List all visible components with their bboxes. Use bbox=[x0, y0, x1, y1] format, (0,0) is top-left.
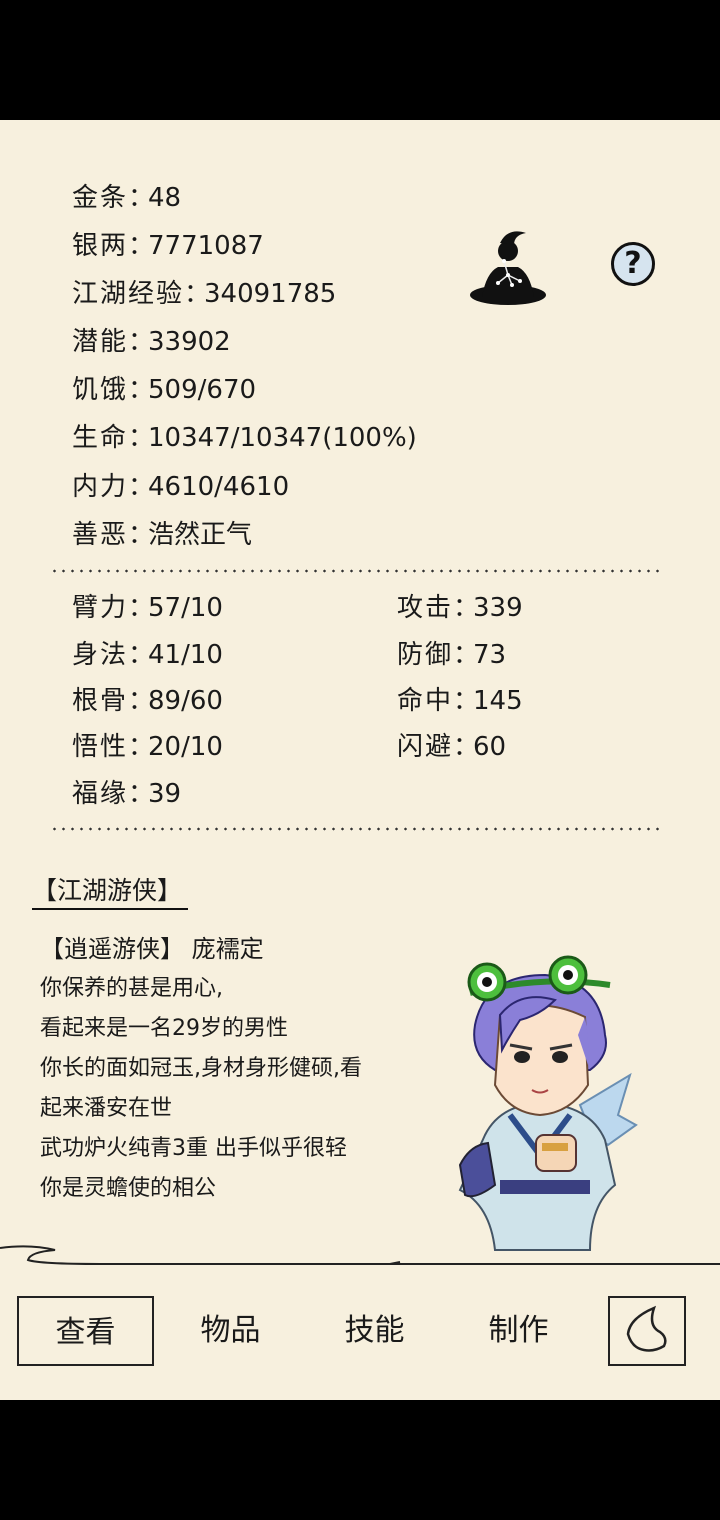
stat-life: 生命：10347/10347(100%) bbox=[72, 423, 417, 453]
profile-line: 你是灵蟾使的相公 bbox=[40, 1176, 217, 1201]
attr-constitution: 根骨：89/60 bbox=[72, 686, 223, 716]
stat-morality: 善恶：浩然正气 bbox=[72, 520, 253, 550]
attr-hit: 命中：145 bbox=[397, 686, 523, 716]
stat-potential: 潜能：33902 bbox=[72, 327, 231, 357]
stat-hunger: 饥饿：509/670 bbox=[72, 375, 257, 405]
profile-title: 【逍遥游侠】 庞襦定 bbox=[40, 935, 264, 963]
stat-inner-power: 内力：4610/4610 bbox=[72, 472, 290, 502]
back-icon[interactable] bbox=[608, 1296, 686, 1366]
nav-view-button[interactable]: 查看 bbox=[17, 1296, 154, 1366]
stat-silver: 银两：7771087 bbox=[72, 231, 264, 261]
stat-gold: 金条：48 bbox=[72, 183, 182, 213]
attr-dodge: 闪避：60 bbox=[397, 732, 507, 762]
profile-line: 看起来是一名29岁的男性 bbox=[40, 1016, 288, 1041]
character-portrait bbox=[440, 955, 640, 1255]
attr-defense: 防御：73 bbox=[397, 640, 507, 670]
help-icon[interactable]: ? bbox=[611, 242, 655, 286]
divider-top bbox=[50, 569, 665, 573]
section-title: 【江湖游侠】 bbox=[32, 874, 189, 910]
profile-line: 你保养的甚是用心, bbox=[40, 976, 223, 1001]
nav-craft-button[interactable]: 制作 bbox=[451, 1296, 586, 1366]
stat-exp: 江湖经验：34091785 bbox=[72, 279, 337, 309]
attr-comprehension: 悟性：20/10 bbox=[72, 732, 223, 762]
attr-agility: 身法：41/10 bbox=[72, 640, 223, 670]
nav-skills-button[interactable]: 技能 bbox=[307, 1296, 442, 1366]
profile-line: 武功炉火纯青3重 出手似乎很轻 bbox=[40, 1136, 347, 1161]
nav-items-button[interactable]: 物品 bbox=[163, 1296, 298, 1366]
attr-attack: 攻击：339 bbox=[397, 593, 523, 623]
profile-line: 起来潘安在世 bbox=[40, 1096, 173, 1121]
attr-luck: 福缘：39 bbox=[72, 779, 182, 809]
ink-divider bbox=[0, 1238, 720, 1268]
attr-strength: 臂力：57/10 bbox=[72, 593, 223, 623]
meditate-icon[interactable] bbox=[468, 225, 548, 307]
profile-line: 你长的面如冠玉,身材身形健硕,看 bbox=[40, 1056, 362, 1081]
divider-bottom bbox=[50, 827, 665, 831]
